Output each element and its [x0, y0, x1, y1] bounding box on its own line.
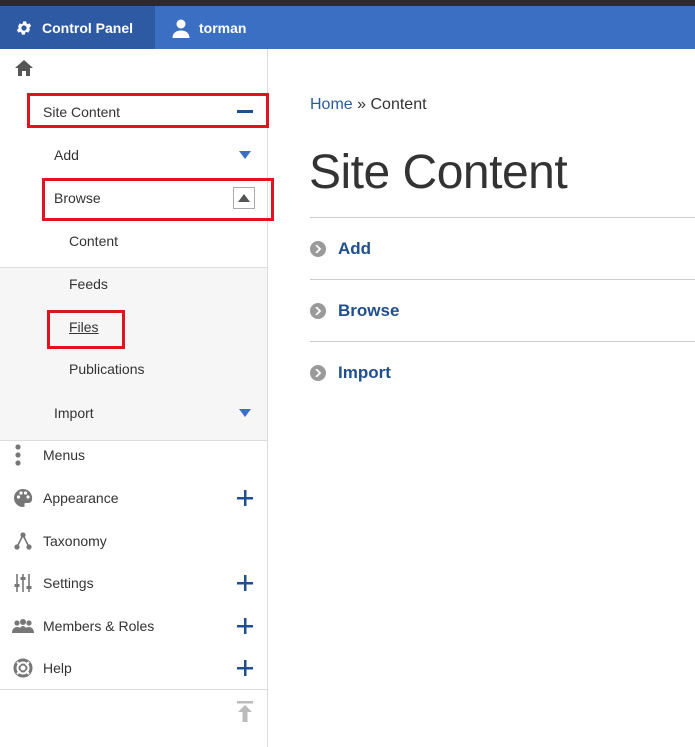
menu-item-appearance[interactable]: Appearance [0, 478, 267, 518]
menu-item-label: Taxonomy [43, 533, 107, 549]
menu-item-taxonomy[interactable]: Taxonomy [0, 521, 267, 561]
menu-item-publications[interactable]: Publications [0, 349, 267, 389]
user-icon [171, 18, 191, 38]
plus-icon[interactable] [234, 487, 256, 509]
admin-item-browse[interactable]: Browse [310, 279, 695, 341]
sliders-icon [12, 572, 34, 594]
tray-footer-divider [0, 689, 267, 690]
main-content: Home » Content Site Content Add Browse I… [268, 49, 695, 747]
chevron-down-icon[interactable] [234, 144, 256, 166]
breadcrumb: Home » Content [310, 96, 427, 114]
chevron-right-icon [310, 364, 326, 381]
admin-item-add[interactable]: Add [310, 217, 695, 279]
chevron-down-icon[interactable] [234, 402, 256, 424]
user-label: torman [199, 19, 247, 36]
home-icon[interactable] [14, 59, 36, 79]
admin-toolbar: Control Panel torman [0, 6, 695, 49]
plus-icon[interactable] [234, 615, 256, 637]
admin-item-import[interactable]: Import [310, 341, 695, 403]
gear-icon [14, 18, 34, 38]
menu-item-import[interactable]: Import [0, 393, 267, 433]
menu-item-members-roles[interactable]: Members & Roles [0, 606, 267, 646]
page-title: Site Content [309, 146, 568, 199]
breadcrumb-home-link[interactable]: Home [310, 96, 353, 113]
admin-item-title[interactable]: Browse [338, 301, 399, 321]
pin-top-icon[interactable] [236, 701, 254, 723]
menu-item-label: Content [69, 233, 119, 249]
menu-item-add[interactable]: Add [0, 135, 267, 175]
plus-icon[interactable] [234, 572, 256, 594]
menu-item-help[interactable]: Help [0, 648, 267, 688]
admin-tray: Site Content Add Browse Content Feeds Fi… [0, 49, 268, 747]
lifebuoy-icon [12, 657, 34, 679]
menu-item-menus[interactable]: Menus [0, 435, 267, 475]
menu-item-label: Publications [69, 361, 145, 377]
chevron-right-icon [310, 240, 326, 257]
control-panel-tab[interactable]: Control Panel [0, 6, 155, 49]
menu-item-label: Settings [43, 575, 94, 591]
plus-icon[interactable] [234, 657, 256, 679]
user-tab[interactable]: torman [155, 6, 262, 49]
menu-item-label: Add [54, 147, 79, 163]
admin-list: Add Browse Import [310, 217, 695, 403]
menu-item-label: Import [54, 405, 94, 421]
breadcrumb-separator: » [357, 96, 367, 113]
admin-item-title[interactable]: Import [338, 363, 391, 383]
menu-item-label: Help [43, 660, 72, 676]
annotation-box-files [47, 310, 125, 349]
palette-icon [12, 487, 34, 509]
menu-item-label: Feeds [69, 276, 108, 292]
annotation-box-browse [42, 178, 274, 221]
menu-item-feeds[interactable]: Feeds [0, 264, 267, 304]
breadcrumb-current: Content [370, 96, 427, 113]
hierarchy-icon [12, 530, 34, 552]
menu-item-label: Members & Roles [43, 618, 155, 634]
menu-item-settings[interactable]: Settings [0, 563, 267, 603]
menu-dots-icon [7, 444, 29, 466]
menu-item-files[interactable]: Files [0, 307, 267, 347]
annotation-box-site-content [27, 93, 269, 128]
chevron-right-icon [310, 302, 326, 319]
admin-item-title[interactable]: Add [338, 239, 371, 259]
menu-item-label: Appearance [43, 490, 119, 506]
menu-item-content[interactable]: Content [0, 221, 267, 261]
control-panel-label: Control Panel [42, 19, 134, 36]
people-icon [12, 615, 34, 637]
menu-item-label: Menus [43, 447, 86, 463]
